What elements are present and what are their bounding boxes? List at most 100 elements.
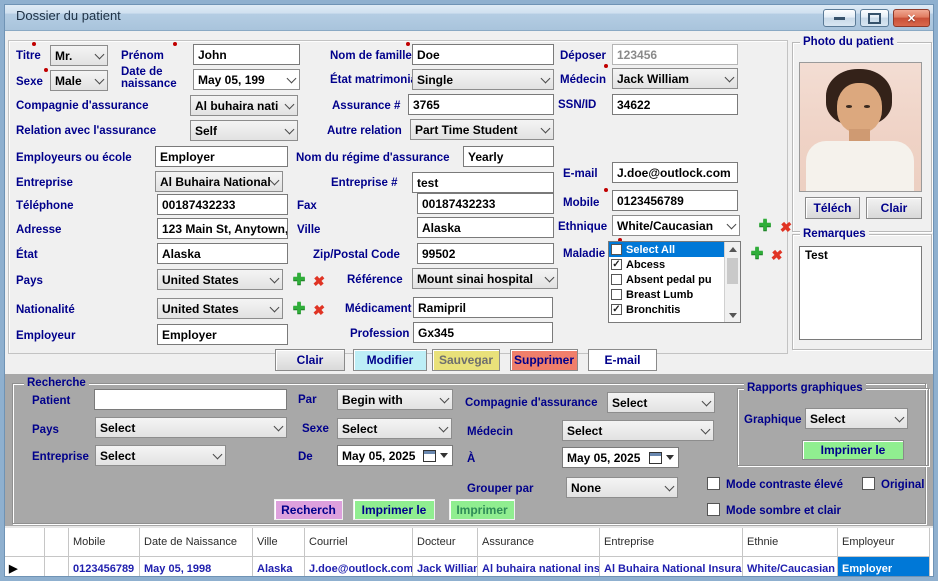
- delete-nationalite-icon[interactable]: ✖: [309, 301, 330, 319]
- prenom-input[interactable]: John: [193, 44, 300, 65]
- search-entreprise-select[interactable]: Select: [95, 445, 226, 466]
- print-button[interactable]: Imprimer: [449, 499, 515, 520]
- row-selector-icon[interactable]: ▶: [4, 557, 45, 580]
- etat-input[interactable]: Alaska: [157, 243, 288, 264]
- search-button[interactable]: Recherch: [274, 499, 343, 520]
- maladie-scrollbar[interactable]: [724, 242, 740, 322]
- scrollbar-thumb[interactable]: [727, 258, 738, 284]
- maladie-listbox[interactable]: Select All Abcess Absent pedal pu Breast…: [608, 241, 741, 323]
- ssn-input[interactable]: 34622: [612, 94, 738, 115]
- profession-input[interactable]: Gx345: [413, 322, 553, 343]
- regime-assurance-input[interactable]: Yearly: [463, 146, 554, 167]
- nationalite-select[interactable]: United States: [157, 298, 283, 319]
- close-button[interactable]: ✕: [893, 9, 930, 27]
- medicament-input[interactable]: Ramipril: [413, 297, 553, 318]
- add-nationalite-icon[interactable]: ✚: [290, 300, 308, 318]
- cell-docteur[interactable]: Jack William: [413, 557, 478, 580]
- email-input[interactable]: J.doe@outlock.com: [612, 162, 738, 183]
- search-sexe-select[interactable]: Select: [337, 418, 452, 439]
- clear-photo-button[interactable]: Clair: [866, 197, 922, 219]
- reference-select[interactable]: Mount sinai hospital: [412, 268, 558, 289]
- checkbox[interactable]: [611, 259, 622, 270]
- upload-photo-button[interactable]: Téléch: [805, 197, 860, 219]
- employeur-input[interactable]: Employer: [157, 324, 288, 345]
- checkbox[interactable]: [611, 244, 622, 255]
- entreprise-num-input[interactable]: test: [412, 172, 554, 193]
- add-ethnique-icon[interactable]: ✚: [756, 217, 774, 235]
- save-button[interactable]: Sauvegar: [432, 349, 500, 371]
- cell-naissance[interactable]: May 05, 1998: [140, 557, 253, 580]
- table-row[interactable]: ▶ 0123456789 May 05, 1998 Alaska J.doe@o…: [4, 557, 934, 580]
- search-a-datepicker[interactable]: May 05, 2025: [562, 447, 679, 468]
- modify-button[interactable]: Modifier: [353, 349, 427, 371]
- cell-entreprise[interactable]: Al Buhaira National Insurance: [600, 557, 743, 580]
- checkbox[interactable]: [611, 289, 622, 300]
- graphique-select[interactable]: Select: [805, 408, 908, 429]
- ethnique-select[interactable]: White/Caucasian: [612, 215, 740, 236]
- minimize-button[interactable]: [823, 9, 856, 27]
- cell-mobile[interactable]: 0123456789: [69, 557, 140, 580]
- compagnie-assurance-select[interactable]: Al buhaira nati: [190, 95, 298, 116]
- delete-pays-icon[interactable]: ✖: [309, 272, 330, 290]
- search-de-datepicker[interactable]: May 05, 2025: [337, 445, 453, 466]
- adresse-input[interactable]: 123 Main St, Anytown,: [157, 218, 288, 239]
- print-report-button[interactable]: Imprimer le: [802, 440, 904, 460]
- date-naissance-select[interactable]: May 05, 199: [193, 69, 300, 90]
- entreprise-select[interactable]: Al Buhaira National: [155, 171, 283, 192]
- scroll-down-button[interactable]: [725, 308, 740, 322]
- pays-select[interactable]: United States: [157, 269, 283, 290]
- zip-input[interactable]: 99502: [417, 243, 554, 264]
- autre-relation-select[interactable]: Part Time Student: [410, 119, 554, 140]
- search-patient-input[interactable]: [94, 389, 287, 410]
- original-checkbox[interactable]: [862, 477, 875, 490]
- header-courriel[interactable]: Courriel: [305, 528, 413, 557]
- mobile-input[interactable]: 0123456789: [612, 190, 738, 211]
- contrast-mode-checkbox[interactable]: [707, 477, 720, 490]
- nom-famille-input[interactable]: Doe: [412, 44, 554, 65]
- checkbox[interactable]: [611, 274, 622, 285]
- add-maladie-icon[interactable]: ✚: [748, 245, 766, 263]
- cell-ville[interactable]: Alaska: [253, 557, 305, 580]
- print-the-button[interactable]: Imprimer le: [353, 499, 435, 520]
- scroll-up-button[interactable]: [725, 242, 740, 256]
- header-docteur[interactable]: Docteur: [413, 528, 478, 557]
- cell-employeur[interactable]: Employer: [838, 557, 930, 580]
- maladie-item[interactable]: Bronchitis: [609, 302, 740, 317]
- assurance-num-input[interactable]: 3765: [408, 94, 554, 115]
- sexe-select[interactable]: Male: [50, 70, 108, 91]
- search-compagnie-select[interactable]: Select: [607, 392, 715, 413]
- etat-matrimonial-select[interactable]: Single: [412, 69, 554, 90]
- add-pays-icon[interactable]: ✚: [290, 271, 308, 289]
- cell-courriel[interactable]: J.doe@outlock.com: [305, 557, 413, 580]
- search-pays-select[interactable]: Select: [95, 417, 287, 438]
- fax-input[interactable]: 00187432233: [417, 193, 554, 214]
- email-button[interactable]: E-mail: [588, 349, 657, 371]
- header-ethnie[interactable]: Ethnie: [743, 528, 838, 557]
- checkbox[interactable]: [611, 304, 622, 315]
- search-medecin-select[interactable]: Select: [562, 420, 714, 441]
- delete-maladie-icon[interactable]: ✖: [767, 246, 788, 264]
- search-par-select[interactable]: Begin with: [337, 389, 453, 410]
- maladie-item[interactable]: Absent pedal pu: [609, 272, 740, 287]
- employeurs-ecole-input[interactable]: Employer: [155, 146, 288, 167]
- titre-select[interactable]: Mr.: [50, 45, 108, 66]
- grouper-par-select[interactable]: None: [566, 477, 678, 498]
- maximize-button[interactable]: [860, 9, 889, 27]
- header-entreprise[interactable]: Entreprise: [600, 528, 743, 557]
- maladie-item[interactable]: Abcess: [609, 257, 740, 272]
- delete-button[interactable]: Supprimer: [510, 349, 578, 371]
- header-naissance[interactable]: Date de Naissance: [140, 528, 253, 557]
- medecin-select[interactable]: Jack William: [612, 68, 738, 89]
- header-assurance[interactable]: Assurance: [478, 528, 600, 557]
- remarques-textarea[interactable]: Test: [799, 246, 922, 340]
- header-employeur[interactable]: Employeur: [838, 528, 930, 557]
- clear-button[interactable]: Clair: [275, 349, 345, 371]
- header-ville[interactable]: Ville: [253, 528, 305, 557]
- ville-input[interactable]: Alaska: [417, 217, 554, 238]
- maladie-item[interactable]: Breast Lumb: [609, 287, 740, 302]
- relation-assurance-select[interactable]: Self: [190, 120, 298, 141]
- cell-assurance[interactable]: Al buhaira national ins: [478, 557, 600, 580]
- dark-light-mode-checkbox[interactable]: [707, 503, 720, 516]
- header-mobile[interactable]: Mobile: [69, 528, 140, 557]
- telephone-input[interactable]: 00187432233: [157, 194, 288, 215]
